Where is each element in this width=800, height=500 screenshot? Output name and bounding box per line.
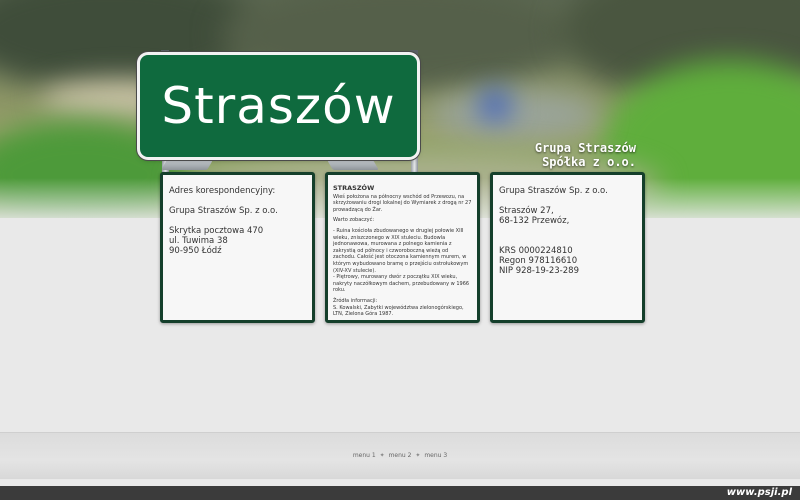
nip-number: NIP 928-19-23-289 [499,266,579,276]
bottom-bar: www.psji.pl [0,486,800,500]
company-details-panel: Grupa Straszów Sp. z o.o. Straszów 27, 6… [490,172,645,323]
company-name-line1: Grupa Straszów [534,141,636,155]
panel-heading: Adres korespondencyjny: [169,186,276,196]
info-see-heading: Warto zobaczyć: [333,217,375,224]
address-line: ul. Tuwima 38 [169,236,228,246]
menu-link-1[interactable]: menu 1 [353,452,376,459]
menu-link-3[interactable]: menu 3 [424,452,447,459]
town-sign-text: Straszów [161,77,396,135]
info-item: - Ruina kościoła zbudowanego w drugiej p… [333,227,469,274]
address-line: 90-950 Łódź [169,246,222,256]
menu-separator-icon: ✦ [415,452,421,459]
info-source: S. Kowalski, Zabytki województwa zielono… [333,304,464,318]
site-credit-link[interactable]: www.psji.pl [727,486,792,500]
info-title: STRASZÓW [333,184,375,192]
company-name-line2: Spółka z o.o. [542,155,636,169]
menu-link-2[interactable]: menu 2 [389,452,412,459]
town-sign-logo: Straszów [140,55,417,157]
address-street: Straszów 27, [499,206,554,216]
krs-number: KRS 0000224810 [499,246,573,256]
company-name: Grupa Straszów Sp. z o.o. [169,206,278,216]
info-intro: Wieś położona na północny wschód od Prze… [333,193,472,213]
address-line: Skrytka pocztowa 470 [169,226,264,236]
address-city: 68-132 Przewóz, [499,216,570,226]
sign-bracket-left [161,160,213,170]
menu-separator-icon: ✦ [379,452,385,459]
info-sources-heading: Źródła informacji: [333,297,378,304]
village-info-panel: STRASZÓW Wieś położona na północny wschó… [325,172,480,323]
sign-bracket-right [327,160,379,170]
company-name-block: Grupa Straszów Spółka z o.o. [535,141,636,169]
correspondence-address-panel: Adres korespondencyjny: Grupa Straszów S… [160,172,315,323]
info-item: - Piętrowy, murowany dwór z początku XIX… [333,274,470,294]
footer-menu: menu 1 ✦ menu 2 ✦ menu 3 [0,452,800,459]
regon-number: Regon 978116610 [499,256,578,266]
company-name: Grupa Straszów Sp. z o.o. [499,186,608,196]
